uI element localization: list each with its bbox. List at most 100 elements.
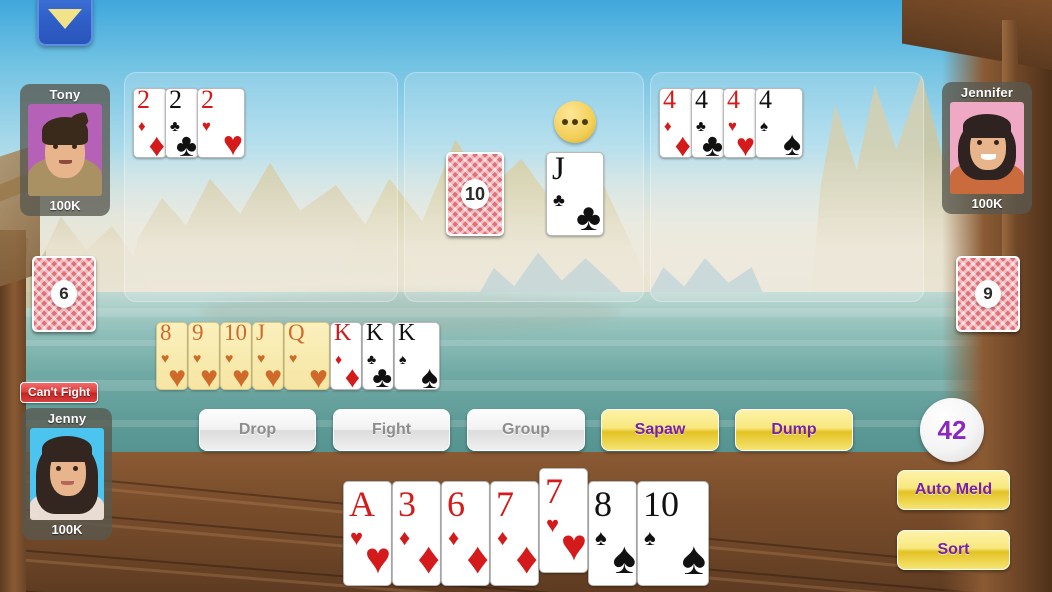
meld-card[interactable]: 4 ♣ ♣: [691, 88, 725, 158]
card-suit-small: ♦: [448, 525, 460, 550]
card-suit-large: ♥: [222, 125, 243, 158]
card-suit-large: ♣: [576, 197, 601, 236]
card-rank: 8: [594, 484, 612, 524]
card-suit-large: ♥: [168, 361, 186, 390]
hand-count-value-jennifer: 9: [975, 280, 1001, 308]
card-suit-large: ♠: [612, 534, 636, 583]
discard-pile-top-card[interactable]: J ♣ ♣: [546, 152, 604, 236]
card-rank: 9: [192, 322, 204, 345]
card-suit-large: ♥: [560, 521, 587, 570]
meld-card[interactable]: 4 ♦ ♦: [659, 88, 693, 158]
card-suit-small: ♦: [497, 525, 509, 550]
card-rank: A: [349, 484, 375, 524]
card-suit-small: ♠: [760, 118, 768, 135]
card-suit-large: ♦: [515, 534, 538, 583]
card-rank: K: [334, 322, 352, 346]
card-suit-large: ♥: [736, 127, 755, 158]
card-rank: 4: [727, 88, 740, 114]
card-suit-large: ♥: [232, 361, 250, 390]
player-name-jenny: Jenny: [47, 411, 87, 426]
card-suit-large: ♦: [148, 127, 165, 158]
card-suit-large: ♠: [421, 359, 438, 390]
meld-card[interactable]: 2 ♥ ♥: [197, 88, 245, 158]
sort-button[interactable]: Sort: [897, 530, 1010, 570]
draw-pile[interactable]: 10: [446, 152, 504, 236]
hand-card[interactable]: 7 ♦ ♦: [490, 481, 539, 586]
player-name-jennifer: Jennifer: [960, 85, 1014, 100]
card-rank: 2: [137, 88, 150, 114]
group-button[interactable]: Group: [467, 409, 585, 451]
card-suit-large: ♦: [674, 127, 691, 158]
player-chips-jennifer: 100K: [971, 196, 1003, 211]
player-panel-jenny[interactable]: Jenny 100K: [22, 408, 112, 540]
card-rank: 7: [496, 484, 514, 524]
player-meld-card[interactable]: K ♦ ♦: [330, 322, 362, 390]
player-meld-card[interactable]: 10 ♥ ♥: [220, 322, 252, 390]
player-meld-card[interactable]: K ♣ ♣: [362, 322, 394, 390]
draw-pile-count: 10: [461, 179, 489, 209]
hand-card[interactable]: 3 ♦ ♦: [392, 481, 441, 586]
fight-button[interactable]: Fight: [333, 409, 450, 451]
hand-card[interactable]: 6 ♦ ♦: [441, 481, 490, 586]
hand-card[interactable]: 8 ♠ ♠: [588, 481, 637, 586]
hand-count-value-tony: 6: [51, 280, 77, 308]
drop-button[interactable]: Drop: [199, 409, 316, 451]
menu-dropdown-button[interactable]: [37, 0, 93, 46]
card-suit-small: ♠: [595, 525, 607, 550]
dump-button[interactable]: Dump: [735, 409, 853, 451]
card-suit-small: ♦: [399, 525, 411, 550]
card-suit-small: ♥: [202, 118, 211, 135]
card-suit-small: ♠: [644, 525, 656, 550]
card-rank: 10: [643, 484, 679, 524]
avatar-jenny: [30, 428, 104, 520]
meld-panel-center[interactable]: [404, 72, 644, 302]
meld-card[interactable]: 4 ♥ ♥: [723, 88, 757, 158]
card-suit-large: ♥: [264, 361, 282, 390]
card-rank: 2: [169, 88, 182, 114]
card-suit-large: ♣: [702, 127, 723, 158]
card-suit-large: ♥: [200, 361, 218, 390]
hand-card[interactable]: 10 ♠ ♠: [637, 481, 709, 586]
card-suit-small: ♥: [546, 512, 560, 537]
player-panel-tony[interactable]: Tony 100K: [20, 84, 110, 216]
player-chips-tony: 100K: [49, 198, 81, 213]
card-rank: 7: [545, 471, 563, 511]
card-rank: J: [256, 322, 265, 345]
card-suit-large: ♥: [364, 534, 391, 583]
card-suit-large: ♥: [309, 359, 328, 390]
player-name-tony: Tony: [49, 87, 81, 102]
card-suit-large: ♦: [417, 534, 440, 583]
card-suit-small: ♦: [664, 118, 672, 135]
hand-card[interactable]: A ♥ ♥: [343, 481, 392, 586]
sapaw-button[interactable]: Sapaw: [601, 409, 719, 451]
meld-card[interactable]: 2 ♦ ♦: [133, 88, 167, 158]
hand-count-card-tony: 6: [32, 256, 96, 332]
card-suit-small: ♣: [553, 190, 565, 210]
player-meld-card[interactable]: J ♥ ♥: [252, 322, 284, 390]
avatar-tony: [28, 104, 102, 196]
card-suit-large: ♦: [466, 534, 489, 583]
player-meld-card[interactable]: 9 ♥ ♥: [188, 322, 220, 390]
player-meld-card[interactable]: Q ♥ ♥: [284, 322, 330, 390]
hand-card-selected[interactable]: 7 ♥ ♥: [539, 468, 588, 573]
card-rank: 4: [663, 88, 676, 114]
card-suit-small: ♦: [335, 351, 343, 367]
hand-count-card-jennifer: 9: [956, 256, 1020, 332]
auto-meld-button[interactable]: Auto Meld: [897, 470, 1010, 510]
card-rank: 8: [160, 322, 172, 345]
card-rank: J: [552, 152, 565, 187]
card-rank: 2: [201, 88, 214, 114]
card-rank: 4: [759, 88, 772, 114]
chevron-down-icon: [48, 9, 82, 29]
player-chips-jenny: 100K: [51, 522, 83, 537]
card-rank: Q: [288, 322, 305, 345]
player-meld-card[interactable]: K ♠ ♠: [394, 322, 440, 390]
player-meld-card[interactable]: 8 ♥ ♥: [156, 322, 188, 390]
card-suit-small: ♠: [399, 351, 407, 367]
card-suit-small: ♥: [289, 350, 298, 366]
meld-card[interactable]: 2 ♣ ♣: [165, 88, 199, 158]
meld-card[interactable]: 4 ♠ ♠: [755, 88, 803, 158]
player-panel-jennifer[interactable]: Jennifer 100K: [942, 82, 1032, 214]
card-rank: K: [398, 322, 416, 346]
card-suit-small: ♦: [138, 118, 146, 135]
